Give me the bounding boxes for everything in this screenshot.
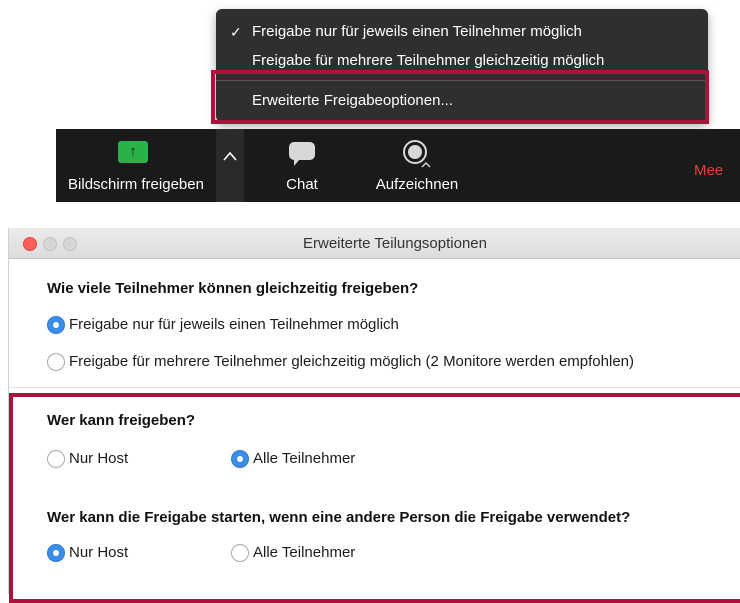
radio-selected-icon — [47, 316, 65, 334]
heading-how-many: Wie viele Teilnehmer können gleichzeitig… — [47, 280, 419, 297]
meeting-toolbar: ↑ Bildschirm freigeben Chat Aufzeichnen … — [56, 129, 740, 202]
share-screen-button[interactable]: ↑ Bildschirm freigeben — [56, 129, 216, 202]
menu-item-label: Freigabe nur für jeweils einen Teilnehme… — [252, 23, 582, 40]
window-titlebar: Erweiterte Teilungsoptionen — [9, 228, 740, 259]
section-divider — [9, 387, 740, 388]
radio-unselected-icon — [47, 353, 65, 371]
share-options-caret[interactable] — [216, 129, 244, 202]
record-button[interactable]: Aufzeichnen — [362, 129, 472, 202]
chat-button[interactable]: Chat — [272, 129, 332, 202]
meeting-end-label[interactable]: Mee — [694, 162, 723, 179]
menu-item-single-share[interactable]: ✓ Freigabe nur für jeweils einen Teilneh… — [216, 20, 708, 44]
chat-label: Chat — [286, 176, 318, 193]
record-icon — [403, 140, 431, 168]
highlight-frame-menu — [211, 70, 709, 124]
radio-single-share[interactable]: Freigabe nur für jeweils einen Teilnehme… — [47, 315, 467, 335]
radio-label: Freigabe nur für jeweils einen Teilnehme… — [69, 316, 399, 333]
share-screen-icon: ↑ — [118, 141, 148, 163]
radio-label: Freigabe für mehrere Teilnehmer gleichze… — [69, 353, 634, 370]
menu-item-label: Freigabe für mehrere Teilnehmer gleichze… — [252, 52, 605, 69]
highlight-frame-permissions — [9, 393, 740, 603]
radio-multi-share[interactable]: Freigabe für mehrere Teilnehmer gleichze… — [47, 352, 727, 372]
checkmark-icon: ✓ — [230, 24, 242, 40]
share-screen-label: Bildschirm freigeben — [68, 176, 204, 193]
record-label: Aufzeichnen — [375, 176, 459, 193]
chat-icon — [289, 142, 315, 166]
window-title: Erweiterte Teilungsoptionen — [302, 235, 487, 252]
chevron-up-icon — [223, 151, 237, 161]
